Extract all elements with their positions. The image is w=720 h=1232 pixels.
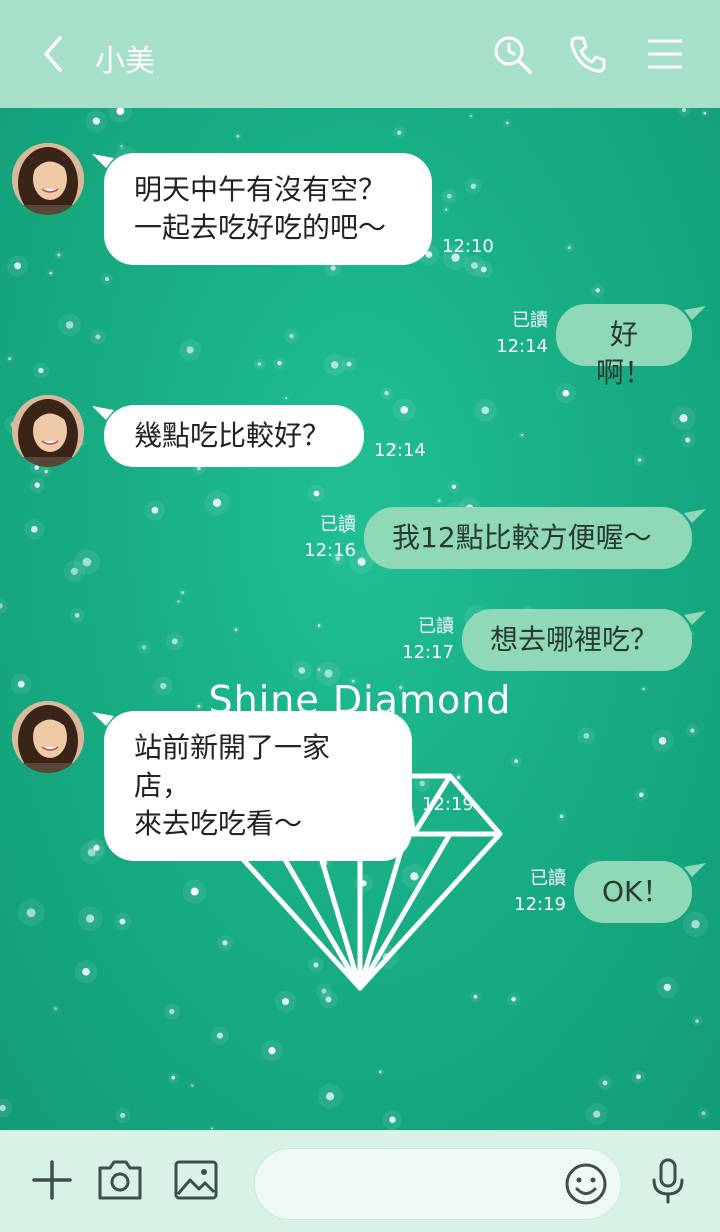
search-icon[interactable] [490, 32, 534, 76]
message-bubble-outgoing[interactable]: 我12點比較方便喔～ [364, 507, 692, 569]
emoji-icon[interactable] [560, 1158, 612, 1210]
input-bar [0, 1130, 720, 1232]
camera-icon[interactable] [92, 1152, 148, 1208]
microphone-icon[interactable] [640, 1152, 696, 1208]
message-bubble-incoming[interactable]: 明天中午有沒有空？ 一起去吃好吃的吧～ [104, 153, 432, 265]
image-icon[interactable] [168, 1152, 224, 1208]
read-receipt: 已讀 [320, 514, 356, 535]
message-line: 幾點吃比較好？ [134, 419, 331, 452]
message-bubble-incoming[interactable]: 幾點吃比較好？ [104, 405, 364, 467]
message-time: 12:10 [442, 236, 494, 257]
bubble-tail [684, 863, 706, 877]
message-time: 12:14 [374, 440, 426, 461]
message-text: 想去哪裡吃？ [490, 623, 659, 656]
read-receipt: 已讀 [512, 310, 548, 331]
message-meta: 已讀 12:16 [296, 512, 356, 564]
message-time: 12:19 [514, 894, 566, 915]
message-time: 12:16 [304, 540, 356, 561]
read-receipt: 已讀 [530, 868, 566, 889]
message-bubble-outgoing[interactable]: OK！ [574, 861, 692, 923]
message-text: OK！ [602, 875, 671, 908]
message-line: 站前新開了一家店， [134, 731, 331, 802]
chat-area[interactable]: Shine Diamond 明天中午有沒有空？ 一起去吃好吃的吧～ 12:10 … [0, 108, 720, 1130]
message-bubble-outgoing[interactable]: 好啊！ [556, 304, 692, 389]
bubble-tail [684, 306, 706, 320]
chat-title: 小美 [95, 44, 155, 79]
message-line: 一起去吃好吃的吧～ [134, 211, 387, 244]
message-meta: 已讀 12:17 [394, 614, 454, 666]
message-time: 12:17 [402, 642, 454, 663]
back-chevron-icon[interactable] [34, 30, 74, 78]
read-receipt: 已讀 [418, 616, 454, 637]
message-bubble-outgoing[interactable]: 想去哪裡吃？ [462, 609, 692, 671]
message-meta: 已讀 12:14 [488, 308, 548, 360]
plus-icon[interactable] [24, 1152, 80, 1208]
phone-icon[interactable] [566, 32, 610, 76]
menu-icon[interactable] [644, 32, 688, 76]
message-bubble-incoming[interactable]: 站前新開了一家店， 來去吃吃看～ [104, 711, 412, 861]
message-text: 好啊！ [595, 318, 652, 389]
avatar[interactable] [12, 143, 84, 215]
chat-header: 小美 [0, 0, 720, 108]
bubble-tail [684, 509, 706, 523]
message-line: 來去吃吃看～ [134, 807, 303, 840]
avatar[interactable] [12, 395, 84, 467]
bubble-tail [684, 611, 706, 625]
message-text: 我12點比較方便喔～ [392, 521, 652, 554]
avatar[interactable] [12, 701, 84, 773]
message-meta: 已讀 12:19 [506, 866, 566, 918]
message-line: 明天中午有沒有空？ [134, 173, 387, 206]
message-time: 12:19 [422, 794, 474, 815]
message-time: 12:14 [496, 336, 548, 357]
